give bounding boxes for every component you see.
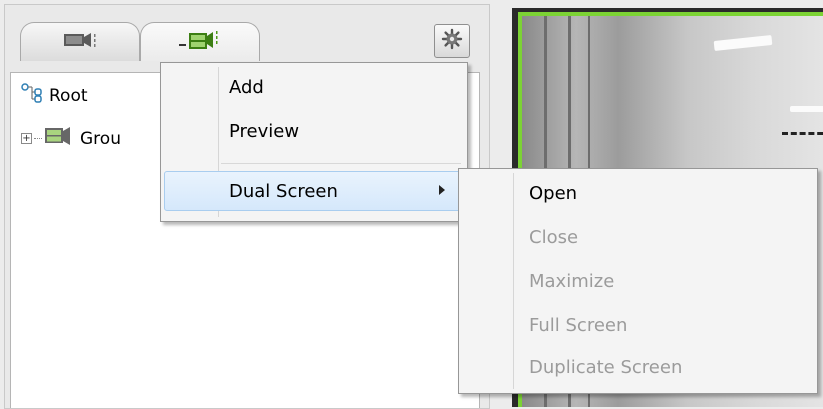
submenu-item-maximize[interactable]: Maximize (459, 263, 817, 299)
gear-icon (441, 28, 463, 54)
menu-item-label: Full Screen (529, 314, 628, 336)
tree-node-label: Root (49, 85, 88, 106)
camera-icon (61, 30, 99, 54)
tree-node-label: Grou (80, 128, 121, 149)
tree-node-group[interactable]: + Grou (21, 125, 121, 152)
menu-item-label: Add (229, 76, 264, 98)
menu-item-label: Open (529, 182, 578, 204)
submenu-item-open[interactable]: Open (459, 175, 817, 211)
tab-groups[interactable] (140, 22, 260, 61)
settings-button[interactable] (434, 24, 470, 58)
context-menu: Add Preview Dual Screen (160, 62, 468, 222)
submenu-item-close[interactable]: Close (459, 219, 817, 255)
menu-separator (221, 163, 461, 164)
submenu-item-duplicate-screen[interactable]: Duplicate Screen (459, 349, 817, 385)
menu-item-label: Dual Screen (229, 180, 338, 202)
panel-tabs (4, 4, 488, 64)
camera-group-icon (178, 27, 222, 57)
camera-group-icon (44, 125, 74, 152)
menu-item-preview[interactable]: Preview (161, 113, 467, 149)
tree-connector (34, 138, 42, 139)
tree-node-root[interactable]: Root (21, 83, 88, 108)
expand-plus-icon[interactable]: + (21, 133, 32, 144)
tab-cameras[interactable] (20, 22, 140, 61)
chevron-right-icon (439, 185, 445, 195)
menu-item-label: Close (529, 226, 579, 248)
menu-item-label: Duplicate Screen (529, 356, 683, 378)
submenu-item-full-screen[interactable]: Full Screen (459, 307, 817, 343)
dual-screen-submenu: Open Close Maximize Full Screen Duplicat… (458, 168, 818, 394)
menu-item-label: Maximize (529, 270, 615, 292)
menu-item-add[interactable]: Add (161, 69, 467, 105)
menu-item-label: Preview (229, 120, 300, 142)
menu-item-dual-screen[interactable]: Dual Screen (164, 171, 464, 211)
tree-root-icon (21, 83, 43, 108)
